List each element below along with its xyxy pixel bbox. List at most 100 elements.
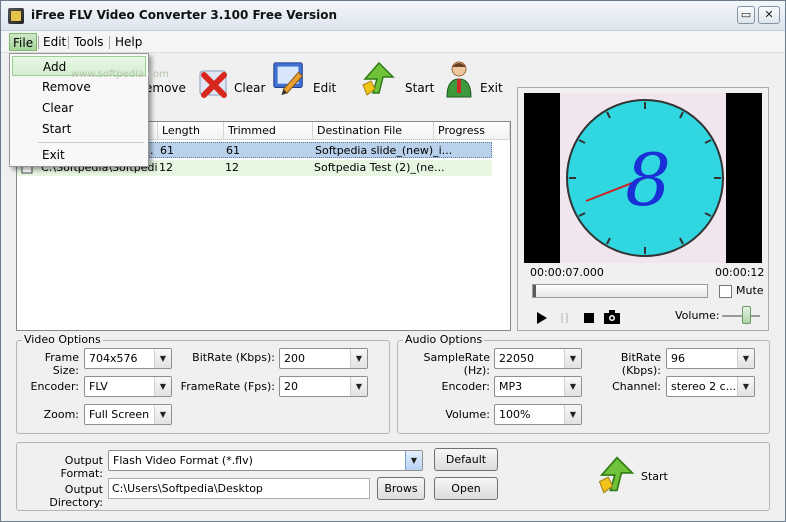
start-button[interactable]: Start: [359, 61, 434, 109]
open-button[interactable]: Open: [434, 477, 498, 500]
frame-size-value: 704x576: [89, 352, 138, 365]
clear-label: Clear: [234, 81, 266, 95]
chevron-down-icon[interactable]: ▼: [737, 377, 754, 396]
edit-button[interactable]: Edit: [271, 62, 337, 109]
menu-item-clear[interactable]: Clear: [12, 98, 146, 118]
preview-panel: 8 00:00:07.000 00:00:12 Mute Volume:: [517, 87, 769, 331]
chevron-down-icon[interactable]: ▼: [154, 377, 171, 396]
row-trimmed: 61: [226, 144, 240, 157]
pause-icon[interactable]: [560, 312, 570, 324]
volume-slider-track[interactable]: [722, 315, 760, 317]
exit-button[interactable]: Exit: [444, 61, 504, 109]
clock-digit: 8: [625, 138, 671, 222]
audio-options-group: Audio Options SampleRate (Hz): 22050 ▼ E…: [397, 333, 770, 434]
zoom-select[interactable]: Full Screen ▼: [84, 404, 172, 425]
column-length[interactable]: Length: [158, 122, 224, 140]
video-bitrate-select[interactable]: 200 ▼: [279, 348, 368, 369]
user-exit-icon: [446, 61, 472, 98]
chevron-down-icon[interactable]: ▼: [154, 349, 171, 368]
start-arrow-icon: [362, 61, 395, 96]
row-trimmed: 12: [225, 161, 239, 174]
output-directory-label: Output Directory:: [49, 483, 103, 509]
samplerate-label: SampleRate (Hz):: [423, 351, 490, 377]
audio-volume-label: Volume:: [445, 408, 490, 421]
output-directory-input[interactable]: C:\Users\Softpedia\Desktop: [108, 478, 370, 499]
chevron-down-icon[interactable]: ▼: [737, 349, 754, 368]
play-icon[interactable]: [536, 312, 548, 324]
edit-label: Edit: [313, 81, 337, 95]
channel-value: stereo 2 c...: [671, 380, 737, 393]
menu-tools[interactable]: Tools: [71, 33, 107, 51]
seek-bar[interactable]: [532, 284, 708, 298]
clear-button[interactable]: Clear: [196, 65, 266, 109]
framerate-select[interactable]: 20 ▼: [279, 376, 368, 397]
channel-select[interactable]: stereo 2 c... ▼: [666, 376, 755, 397]
volume-slider-thumb[interactable]: [742, 306, 751, 324]
browse-button[interactable]: Brows: [377, 477, 425, 500]
start-arrow-icon: [598, 456, 635, 494]
menu-item-start[interactable]: Start: [12, 119, 146, 139]
menu-help[interactable]: Help: [112, 33, 145, 51]
video-encoder-value: FLV: [89, 380, 108, 393]
framerate-label: FrameRate (Fps):: [180, 380, 275, 393]
column-destination[interactable]: Destination File: [313, 122, 434, 140]
chevron-down-icon[interactable]: ▼: [350, 377, 367, 396]
chevron-down-icon[interactable]: ▼: [564, 349, 581, 368]
close-button[interactable]: ✕: [758, 6, 780, 24]
output-format-value: Flash Video Format (*.flv): [113, 454, 253, 467]
video-options-group: Video Options Frame Size: 704x576 ▼ Enco…: [16, 333, 390, 434]
total-time: 00:00:12: [715, 266, 765, 279]
menu-separator: [38, 36, 39, 49]
video-bitrate-value: 200: [284, 352, 305, 365]
mute-checkbox[interactable]: [719, 285, 732, 298]
audio-bitrate-label: BitRate (Kbps):: [620, 351, 661, 377]
row-length: 12: [159, 161, 173, 174]
output-format-select[interactable]: Flash Video Format (*.flv) ▼: [108, 450, 423, 471]
menu-item-exit[interactable]: Exit: [12, 145, 146, 165]
audio-volume-value: 100%: [499, 408, 531, 421]
file-dropdown-menu: Add www.softpedia.com Remove Clear Start…: [9, 53, 169, 167]
menu-file[interactable]: File: [9, 33, 38, 51]
audio-encoder-select[interactable]: MP3 ▼: [494, 376, 582, 397]
menu-edit[interactable]: Edit: [40, 33, 69, 51]
convert-start-button[interactable]: Start: [595, 451, 675, 501]
chevron-down-icon[interactable]: ▼: [564, 377, 581, 396]
menu-item-remove[interactable]: Remove: [12, 77, 146, 97]
column-trimmed-length[interactable]: Trimmed Length: [224, 122, 313, 155]
row-destination: Softpedia Test (2)_(ne...: [314, 161, 445, 174]
default-button[interactable]: Default: [434, 448, 498, 471]
menu-bar: File Edit Tools Help: [1, 31, 785, 53]
row-destination: Softpedia slide_(new)_i...: [315, 144, 453, 157]
stop-icon[interactable]: [584, 313, 594, 323]
audio-options-title: Audio Options: [403, 333, 485, 346]
menu-item-add[interactable]: Add www.softpedia.com: [12, 56, 169, 80]
video-options-title: Video Options: [22, 333, 103, 346]
video-encoder-select[interactable]: FLV ▼: [84, 376, 172, 397]
video-encoder-label: Encoder:: [30, 380, 80, 393]
chevron-down-icon[interactable]: ▼: [405, 451, 422, 470]
chevron-down-icon[interactable]: ▼: [350, 349, 367, 368]
menu-item-add-label: Add: [43, 60, 67, 74]
snapshot-icon[interactable]: [604, 310, 620, 324]
column-progress[interactable]: Progress: [434, 122, 510, 140]
chevron-down-icon[interactable]: ▼: [564, 405, 581, 424]
menu-separator: [109, 36, 110, 49]
samplerate-value: 22050: [499, 352, 534, 365]
output-format-label: Output Format:: [60, 454, 103, 480]
samplerate-select[interactable]: 22050 ▼: [494, 348, 582, 369]
audio-bitrate-select[interactable]: 96 ▼: [666, 348, 755, 369]
current-time: 00:00:07.000: [530, 266, 604, 279]
chevron-down-icon[interactable]: ▼: [154, 405, 171, 424]
output-group: Output Format: Flash Video Format (*.flv…: [16, 442, 770, 511]
video-preview: 8: [524, 93, 762, 263]
video-bitrate-label: BitRate (Kbps):: [192, 351, 275, 364]
minimize-button[interactable]: ▭: [737, 6, 755, 24]
audio-volume-select[interactable]: 100% ▼: [494, 404, 582, 425]
app-logo-icon: [8, 8, 24, 24]
edit-pencil-icon: [273, 62, 303, 96]
seek-thumb[interactable]: [533, 285, 536, 297]
menu-divider: [38, 142, 144, 143]
framerate-value: 20: [284, 380, 298, 393]
frame-size-select[interactable]: 704x576 ▼: [84, 348, 172, 369]
audio-encoder-value: MP3: [499, 380, 523, 393]
